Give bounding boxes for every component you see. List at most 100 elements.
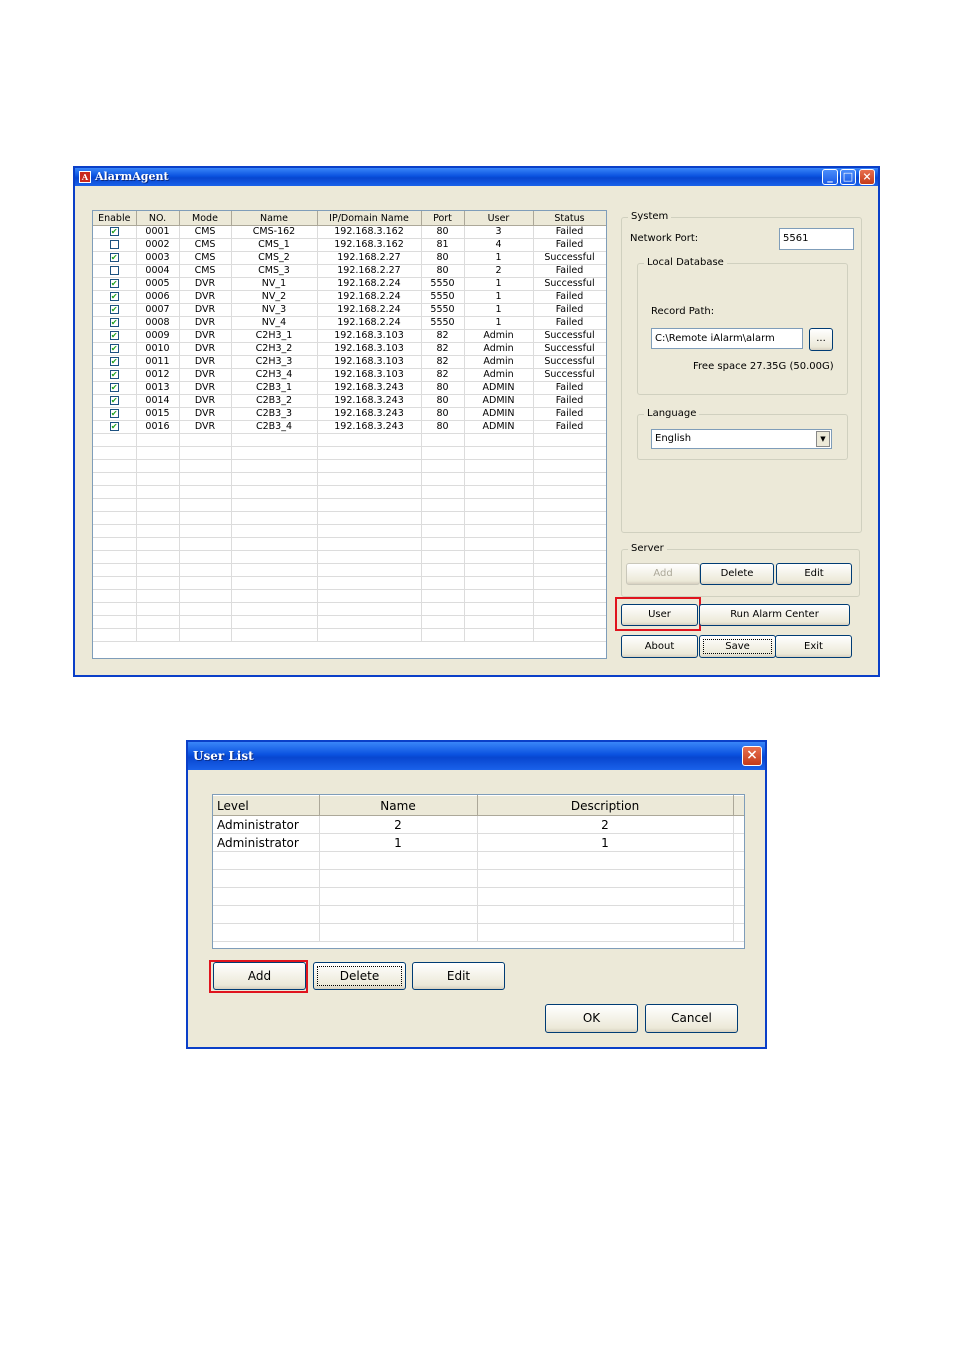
enable-checkbox[interactable]: ✔ <box>109 357 119 366</box>
table-row[interactable]: ✔ 0010 DVR C2H3_2 192.168.3.103 82 Admin Succes… <box>93 342 606 356</box>
table-row[interactable]: ✔ 0015 DVR C2B3_3 192.168.3.243 80 ADMIN Failed <box>93 407 606 421</box>
language-group: Language English ▼ <box>637 408 848 460</box>
table-row[interactable]: ✔ 0012 DVR C2H3_4 192.168.3.103 82 Admin Succes… <box>93 368 606 382</box>
empty-cell <box>533 628 606 642</box>
column-header[interactable]: Enable <box>93 211 137 226</box>
alarm-list-table[interactable]: Enable NO. Mode Name IP/Domain Name Port… <box>92 210 607 659</box>
empty-cell <box>179 550 232 564</box>
network-port-input[interactable]: 5561 <box>779 228 854 250</box>
chevron-down-icon[interactable]: ▼ <box>816 431 830 447</box>
table-row[interactable]: ✔ 0016 DVR C2B3_4 192.168.3.243 80 ADMIN Failed <box>93 420 606 434</box>
user-list-title-bar[interactable]: User List × <box>188 742 765 770</box>
table-row[interactable]: ✔ 0009 DVR C2H3_1 192.168.3.103 82 Admin Succes… <box>93 329 606 343</box>
table-row[interactable]: ✔ 0008 DVR NV_4 192.168.2.24 5550 1 Failed <box>93 316 606 330</box>
table-row[interactable]: ✔ 0013 DVR C2B3_1 192.168.3.243 80 ADMIN Failed <box>93 381 606 395</box>
empty-cell <box>93 550 137 564</box>
empty-cell <box>179 576 232 590</box>
save-button[interactable]: Save <box>699 635 776 658</box>
empty-row <box>93 615 606 629</box>
table-row[interactable]: 0002 CMS CMS_1 192.168.3.162 81 4 Failed <box>93 238 606 252</box>
cell-mode: CMS <box>179 251 232 265</box>
column-header[interactable]: Name <box>231 211 318 226</box>
enable-checkbox[interactable]: ✔ <box>109 344 119 353</box>
run-alarm-center-button[interactable]: Run Alarm Center <box>699 604 850 626</box>
column-header[interactable]: User <box>464 211 534 226</box>
edit-user-button[interactable]: Edit <box>412 962 505 990</box>
table-row[interactable]: ✔ 0001 CMS CMS-162 192.168.3.162 80 3 Failed <box>93 225 606 239</box>
column-header[interactable]: Mode <box>179 211 232 226</box>
alarm-agent-title-bar[interactable]: A AlarmAgent _ □ × <box>75 168 878 186</box>
table-row[interactable]: ✔ 0007 DVR NV_3 192.168.2.24 5550 1 Failed <box>93 303 606 317</box>
empty-cell <box>231 550 318 564</box>
app-icon: A <box>79 171 91 183</box>
cell-port: 5550 <box>421 277 465 291</box>
cell-no: 0002 <box>136 238 180 252</box>
list-item[interactable]: Administrator 2 2 <box>213 815 744 834</box>
enable-checkbox[interactable]: ✔ <box>109 318 119 327</box>
cell-no: 0004 <box>136 264 180 278</box>
table-row[interactable]: 0004 CMS CMS_3 192.168.2.27 80 2 Failed <box>93 264 606 278</box>
enable-checkbox[interactable]: ✔ <box>109 253 119 262</box>
delete-user-button[interactable]: Delete <box>313 962 406 990</box>
column-header[interactable]: Port <box>421 211 465 226</box>
empty-cell <box>231 576 318 590</box>
enable-checkbox[interactable]: ✔ <box>109 331 119 340</box>
empty-cell <box>93 563 137 577</box>
column-header[interactable]: Name <box>319 795 478 816</box>
empty-row <box>93 459 606 473</box>
close-icon[interactable]: × <box>859 169 875 185</box>
cancel-button[interactable]: Cancel <box>645 1004 738 1033</box>
table-row[interactable]: ✔ 0006 DVR NV_2 192.168.2.24 5550 1 Failed <box>93 290 606 304</box>
record-path-input[interactable]: C:\Remote iAlarm\alarm <box>651 328 803 349</box>
server-delete-button[interactable]: Delete <box>700 563 774 585</box>
column-header[interactable]: Description <box>477 795 734 816</box>
enable-checkbox[interactable] <box>109 240 119 249</box>
empty-cell <box>93 576 137 590</box>
server-add-button[interactable]: Add <box>626 563 700 585</box>
empty-cell <box>421 446 465 460</box>
server-edit-button[interactable]: Edit <box>776 563 852 585</box>
table-row[interactable]: ✔ 0003 CMS CMS_2 192.168.2.27 80 1 Successful <box>93 251 606 265</box>
enable-checkbox[interactable]: ✔ <box>109 370 119 379</box>
enable-checkbox[interactable]: ✔ <box>109 279 119 288</box>
empty-cell <box>317 602 422 616</box>
cell-port: 81 <box>421 238 465 252</box>
enable-checkbox[interactable]: ✔ <box>109 422 119 431</box>
user-cell-spacer <box>733 833 744 852</box>
enable-checkbox[interactable]: ✔ <box>109 305 119 314</box>
list-item[interactable]: Administrator 1 1 <box>213 833 744 852</box>
empty-cell <box>231 485 318 499</box>
enable-checkbox[interactable]: ✔ <box>109 227 119 236</box>
table-row[interactable]: ✔ 0011 DVR C2H3_3 192.168.3.103 82 Admin Succes… <box>93 355 606 369</box>
enable-checkbox[interactable] <box>109 266 119 275</box>
table-row[interactable]: ✔ 0014 DVR C2B3_2 192.168.3.243 80 ADMIN Failed <box>93 394 606 408</box>
empty-cell <box>464 433 534 447</box>
enable-checkbox[interactable]: ✔ <box>109 383 119 392</box>
empty-row <box>93 576 606 590</box>
column-header[interactable]: NO. <box>136 211 180 226</box>
column-header[interactable]: IP/Domain Name <box>317 211 422 226</box>
browse-button[interactable]: ... <box>809 328 833 351</box>
close-icon[interactable]: × <box>742 746 762 766</box>
user-cell-name: 2 <box>319 815 478 834</box>
user-list-table[interactable]: Level Name Description Administrator 2 2 Ad… <box>212 794 745 949</box>
cell-status: Successful <box>533 251 606 265</box>
language-select[interactable]: English ▼ <box>651 429 832 449</box>
column-header-spacer <box>733 795 744 816</box>
empty-row <box>93 498 606 512</box>
cell-mode: DVR <box>179 381 232 395</box>
exit-button[interactable]: Exit <box>775 635 852 658</box>
minimize-icon[interactable]: _ <box>822 169 838 185</box>
cell-user: 4 <box>464 238 534 252</box>
enable-checkbox[interactable]: ✔ <box>109 396 119 405</box>
ok-button[interactable]: OK <box>545 1004 638 1033</box>
about-button[interactable]: About <box>621 635 698 658</box>
table-row[interactable]: ✔ 0005 DVR NV_1 192.168.2.24 5550 1 Successful <box>93 277 606 291</box>
column-header[interactable]: Status <box>533 211 606 226</box>
empty-row <box>213 905 744 924</box>
empty-cell <box>319 851 478 870</box>
enable-checkbox[interactable]: ✔ <box>109 409 119 418</box>
column-header[interactable]: Level <box>213 795 320 816</box>
enable-checkbox[interactable]: ✔ <box>109 292 119 301</box>
maximize-icon[interactable]: □ <box>840 169 856 185</box>
